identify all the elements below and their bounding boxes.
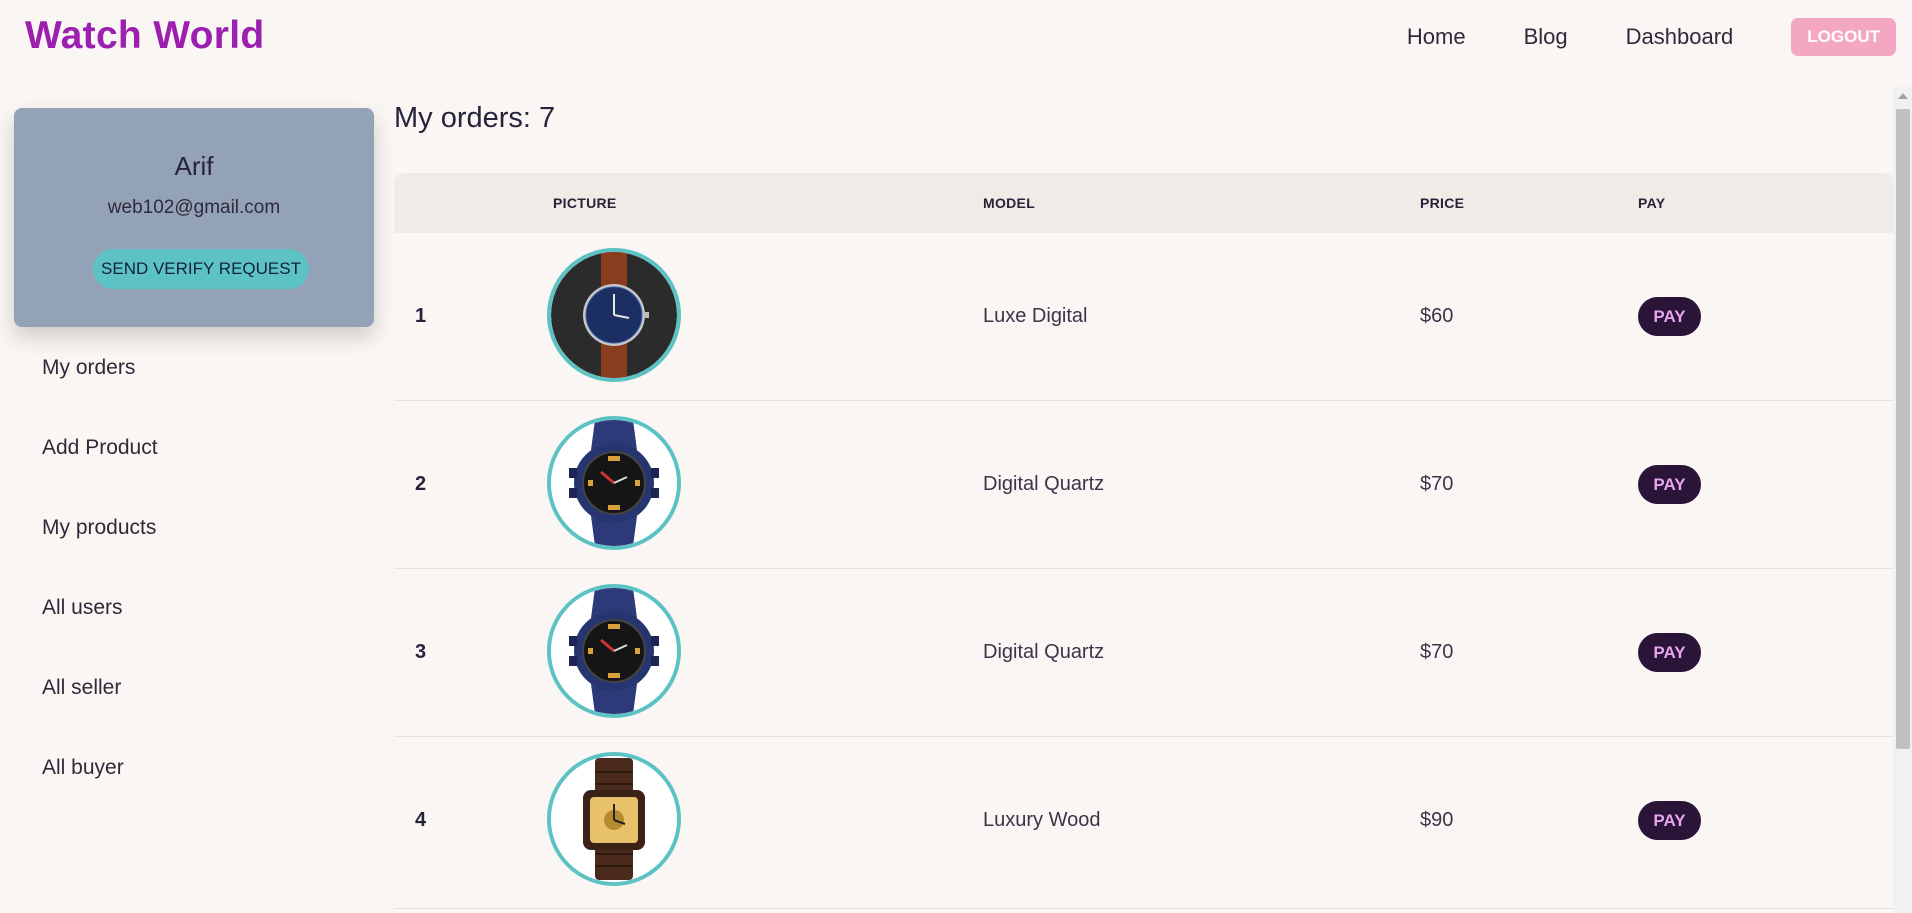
navbar: Watch World Home Blog Dashboard LOGOUT — [0, 0, 1912, 80]
logout-button[interactable]: LOGOUT — [1791, 18, 1896, 56]
nav-link-blog[interactable]: Blog — [1524, 24, 1568, 50]
table-row: 3 Digital Quartz $70 PAY — [394, 569, 1894, 737]
watch-blue-camo-sport-icon — [547, 416, 681, 550]
sidebar-item-all-seller[interactable]: All seller — [42, 673, 158, 753]
orders-table: PICTURE MODEL PRICE PAY 1 Luxe Digital $… — [394, 173, 1894, 909]
nav-link-dashboard[interactable]: Dashboard — [1626, 24, 1734, 50]
column-header-price: PRICE — [1420, 195, 1465, 211]
pay-button[interactable]: PAY — [1638, 297, 1701, 336]
brand-logo[interactable]: Watch World — [25, 14, 264, 58]
row-model: Digital Quartz — [983, 473, 1105, 495]
row-price: $70 — [1420, 641, 1454, 663]
watch-brown-leather-blue-dial-icon — [547, 248, 681, 382]
table-header: PICTURE MODEL PRICE PAY — [394, 173, 1894, 233]
row-price: $60 — [1420, 305, 1454, 327]
page-title: My orders: 7 — [394, 102, 556, 134]
row-model: Luxe Digital — [983, 305, 1088, 327]
profile-email: web102@gmail.com — [107, 197, 281, 218]
column-header-pay: PAY — [1638, 195, 1666, 211]
table-row: 2 Digital Quartz $70 PAY — [394, 401, 1894, 569]
send-verify-request-button[interactable]: SEND VERIFY REQUEST — [93, 249, 309, 289]
scroll-up-arrow-icon[interactable] — [1898, 93, 1908, 99]
watch-blue-camo-sport-icon — [547, 584, 681, 718]
sidebar-item-my-orders[interactable]: My orders — [42, 353, 158, 433]
sidebar-item-my-products[interactable]: My products — [42, 513, 158, 593]
profile-name: Arif — [174, 151, 214, 181]
column-header-picture: PICTURE — [553, 195, 617, 211]
pay-button[interactable]: PAY — [1638, 633, 1701, 672]
column-header-model: MODEL — [983, 195, 1036, 211]
table-row: 1 Luxe Digital $60 PAY — [394, 233, 1894, 401]
row-model: Digital Quartz — [983, 641, 1105, 663]
table-row: 4 Luxury Wood $90 PAY — [394, 737, 1894, 909]
scrollbar-thumb[interactable] — [1896, 109, 1910, 749]
sidebar-item-all-users[interactable]: All users — [42, 593, 158, 673]
pay-button[interactable]: PAY — [1638, 801, 1701, 840]
sidebar-menu: My orders Add Product My products All us… — [42, 353, 158, 833]
row-number: 4 — [415, 809, 427, 831]
nav-links: Home Blog Dashboard LOGOUT — [1407, 18, 1896, 56]
row-price: $90 — [1420, 809, 1454, 831]
pay-button[interactable]: PAY — [1638, 465, 1701, 504]
row-price: $70 — [1420, 473, 1454, 495]
vertical-scrollbar[interactable] — [1893, 87, 1912, 913]
row-number: 1 — [415, 305, 427, 327]
profile-card: Arif web102@gmail.com SEND VERIFY REQUES… — [14, 108, 374, 327]
sidebar-item-add-product[interactable]: Add Product — [42, 433, 158, 513]
watch-wood-square-gold-dial-icon — [547, 752, 681, 886]
sidebar-item-all-buyer[interactable]: All buyer — [42, 753, 158, 833]
row-model: Luxury Wood — [983, 809, 1101, 831]
row-number: 3 — [415, 641, 427, 663]
row-number: 2 — [415, 473, 427, 495]
nav-link-home[interactable]: Home — [1407, 24, 1466, 50]
